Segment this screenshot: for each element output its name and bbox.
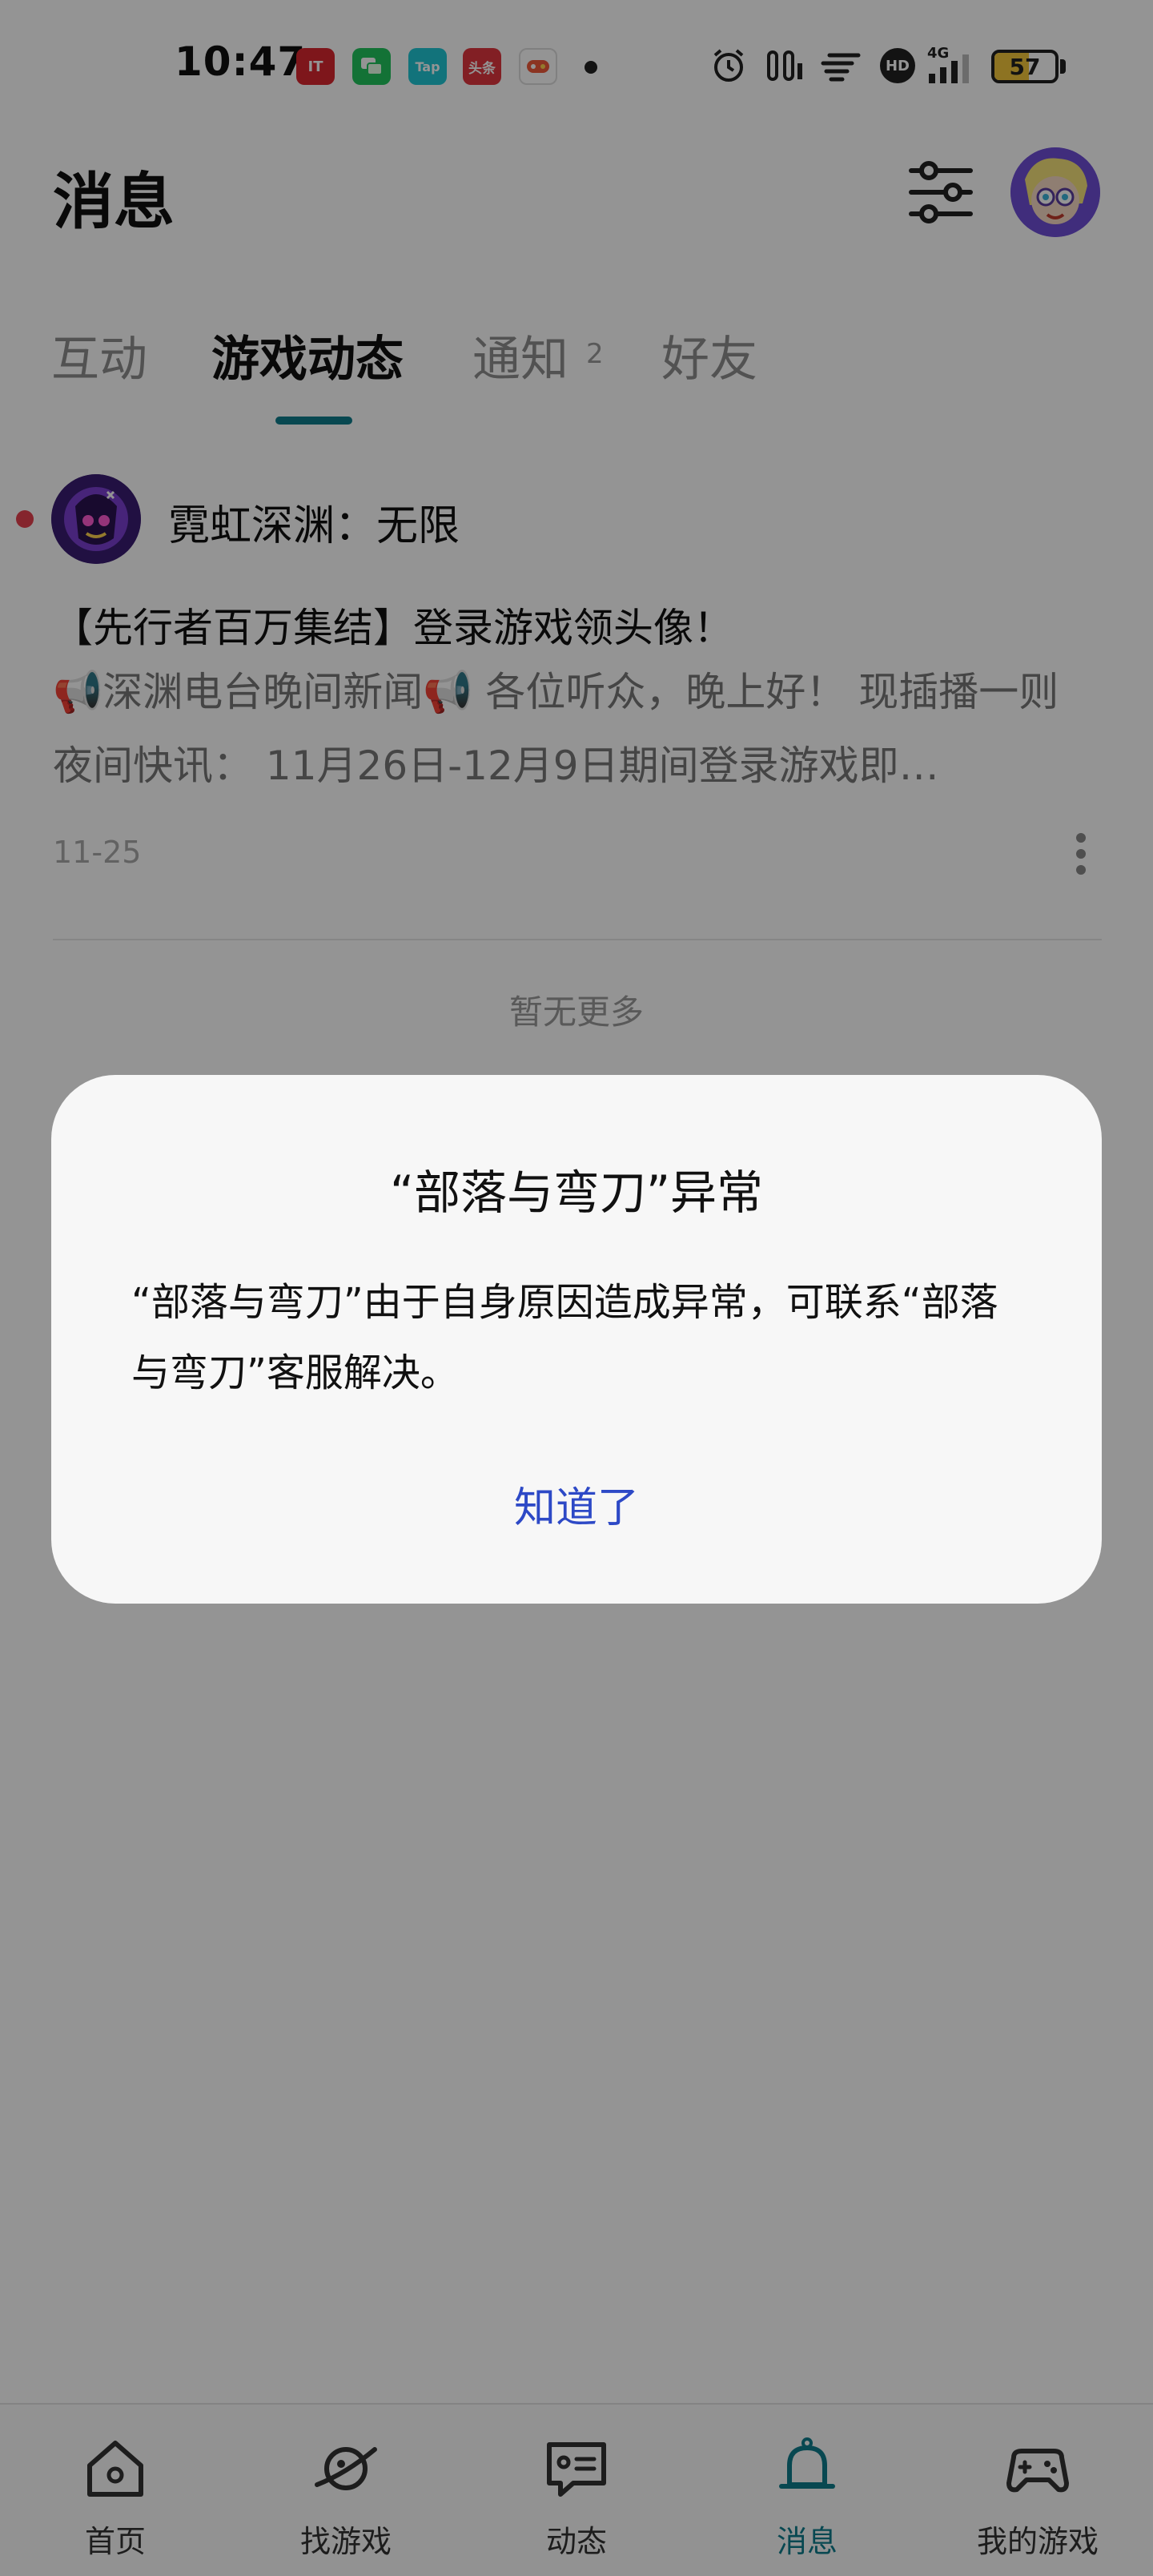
dialog-message: “部落与弯刀”由于自身原因造成异常，可联系“部落与弯刀”客服解决。	[131, 1280, 998, 1395]
app-root: 10:47 IT Tap 头条 HD 4G 57 消息 互动 游戏动态 通知 2…	[0, 0, 1153, 2576]
error-dialog: “部落与弯刀”异常 “部落与弯刀”由于自身原因造成异常，可联系“部落与弯刀”客服…	[51, 1075, 1102, 1604]
dialog-title: “部落与弯刀”异常	[389, 1165, 764, 1220]
dialog-confirm-button[interactable]: 知道了	[456, 1459, 697, 1548]
